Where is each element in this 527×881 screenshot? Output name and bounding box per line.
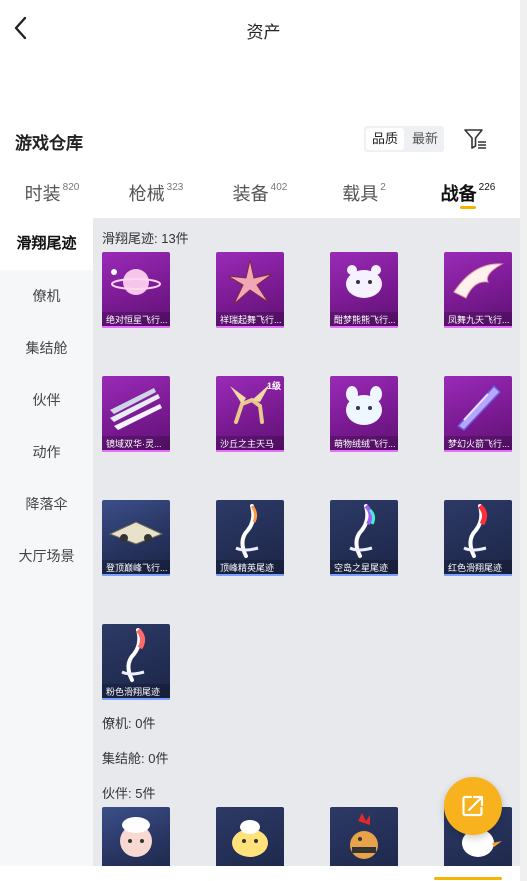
rarity-stripe bbox=[444, 574, 512, 576]
top-bar: 资产 bbox=[0, 0, 527, 60]
companion-card[interactable] bbox=[216, 807, 284, 868]
planet-icon bbox=[111, 269, 161, 295]
rocket-icon bbox=[456, 384, 502, 431]
tab-count: 820 bbox=[62, 182, 80, 193]
rarity-stripe bbox=[102, 698, 170, 700]
starfish-icon bbox=[227, 259, 273, 305]
tab-battle-gear[interactable]: 战备 226 bbox=[416, 164, 520, 218]
rainbow-trail-icon bbox=[349, 504, 376, 558]
item-card[interactable]: 镜域双华·灵... bbox=[102, 376, 170, 452]
tab-fashion[interactable]: 时装 820 bbox=[0, 164, 104, 218]
rarity-stripe bbox=[330, 326, 398, 328]
section-title-glide-trail: 滑翔尾迹: 13件 bbox=[102, 231, 189, 246]
rarity-stripe bbox=[216, 574, 284, 576]
sheep-icon bbox=[120, 817, 152, 857]
sort-newest-button[interactable]: 最新 bbox=[406, 126, 444, 152]
rarity-stripe bbox=[102, 326, 170, 328]
page-title: 资产 bbox=[246, 23, 281, 42]
category-tabs: 时装 820 枪械 323 装备 402 载具 2 战备 226 bbox=[0, 164, 520, 218]
scroll-track[interactable] bbox=[520, 0, 527, 881]
category-sidebar: 滑翔尾迹 僚机 集结舱 伙伴 动作 降落伞 大厅场景 bbox=[0, 218, 93, 868]
rarity-stripe bbox=[102, 450, 170, 452]
item-card[interactable]: 顶峰精英尾迹 bbox=[216, 500, 284, 576]
tab-equipment[interactable]: 装备 402 bbox=[208, 164, 312, 218]
item-level-badge: 1级 bbox=[266, 381, 281, 391]
share-button[interactable] bbox=[444, 777, 502, 835]
item-card[interactable]: 凤舞九天飞行... bbox=[444, 252, 512, 328]
item-card[interactable]: 梦幻火箭飞行... bbox=[444, 376, 512, 452]
tab-label: 战备 bbox=[440, 184, 477, 204]
item-card[interactable]: 萌物绒绒飞行... bbox=[330, 376, 398, 452]
bear-icon bbox=[346, 265, 382, 298]
sidebar-item-emote[interactable]: 动作 bbox=[0, 426, 93, 478]
tab-label: 枪械 bbox=[128, 184, 165, 204]
tab-vehicles[interactable]: 载具 2 bbox=[312, 164, 416, 218]
item-card[interactable]: 空岛之星尾迹 bbox=[330, 500, 398, 576]
chick-icon bbox=[232, 820, 268, 857]
sidebar-item-wingman[interactable]: 僚机 bbox=[0, 270, 93, 322]
companion-card[interactable] bbox=[102, 807, 170, 868]
companion-card[interactable] bbox=[330, 807, 398, 868]
tab-count: 2 bbox=[380, 182, 386, 193]
rooster-icon bbox=[350, 813, 378, 859]
plush-icon bbox=[346, 386, 382, 425]
trail-icon bbox=[235, 504, 259, 558]
sort-quality-button[interactable]: 品质 bbox=[366, 128, 405, 150]
tab-count: 323 bbox=[166, 182, 184, 193]
share-icon bbox=[462, 795, 484, 817]
item-card[interactable]: 祥瑞起舞飞行... bbox=[216, 252, 284, 328]
red-trail-icon bbox=[463, 504, 488, 558]
tab-count: 226 bbox=[478, 182, 496, 193]
sidebar-item-glide-trail[interactable]: 滑翔尾迹 bbox=[0, 218, 93, 270]
rarity-stripe bbox=[216, 326, 284, 328]
rarity-stripe bbox=[444, 326, 512, 328]
blades-icon bbox=[110, 388, 162, 430]
rarity-stripe bbox=[330, 574, 398, 576]
sidebar-item-companion[interactable]: 伙伴 bbox=[0, 374, 93, 426]
item-card[interactable]: 1级 沙丘之主天马 bbox=[216, 376, 284, 452]
jet-icon bbox=[108, 521, 164, 545]
rarity-stripe bbox=[330, 450, 398, 452]
tab-label: 载具 bbox=[342, 184, 379, 204]
item-card[interactable]: 酣梦熊熊飞行... bbox=[330, 252, 398, 328]
section-title-wingman: 僚机: 0件 bbox=[102, 716, 156, 731]
bottom-accent bbox=[434, 877, 502, 880]
pink-trail-icon bbox=[121, 628, 146, 682]
active-tab-indicator bbox=[460, 206, 476, 209]
section-title-assembly-pod: 集结舱: 0件 bbox=[102, 751, 169, 766]
tab-label: 时装 bbox=[24, 184, 61, 204]
rarity-stripe bbox=[216, 450, 284, 452]
rarity-stripe bbox=[444, 450, 512, 452]
warehouse-title: 游戏仓库 bbox=[15, 134, 83, 153]
item-card[interactable]: 粉色滑翔尾迹 bbox=[102, 624, 170, 700]
tab-weapons[interactable]: 枪械 323 bbox=[104, 164, 208, 218]
sidebar-item-lobby-scene[interactable]: 大厅场景 bbox=[0, 530, 93, 582]
item-card[interactable]: 红色滑翔尾迹 bbox=[444, 500, 512, 576]
item-grid-area[interactable]: 滑翔尾迹: 13件 僚机: 0件 集结舱: 0件 伙伴: 5件 绝对恒星飞行..… bbox=[93, 218, 520, 868]
tab-label: 装备 bbox=[232, 184, 269, 204]
sidebar-item-parachute[interactable]: 降落伞 bbox=[0, 478, 93, 530]
tab-count: 402 bbox=[270, 182, 288, 193]
item-card[interactable]: 登顶巅峰飞行... bbox=[102, 500, 170, 576]
phoenix-icon bbox=[453, 263, 504, 299]
rarity-stripe bbox=[102, 574, 170, 576]
sidebar-item-assembly-pod[interactable]: 集结舱 bbox=[0, 322, 93, 374]
sort-toggle: 品质 最新 bbox=[364, 126, 445, 152]
item-card[interactable]: 绝对恒星飞行... bbox=[102, 252, 170, 328]
section-title-companion: 伙伴: 5件 bbox=[102, 786, 156, 801]
warehouse-header: 游戏仓库 品质 最新 bbox=[0, 122, 527, 158]
filter-icon[interactable] bbox=[462, 126, 488, 152]
